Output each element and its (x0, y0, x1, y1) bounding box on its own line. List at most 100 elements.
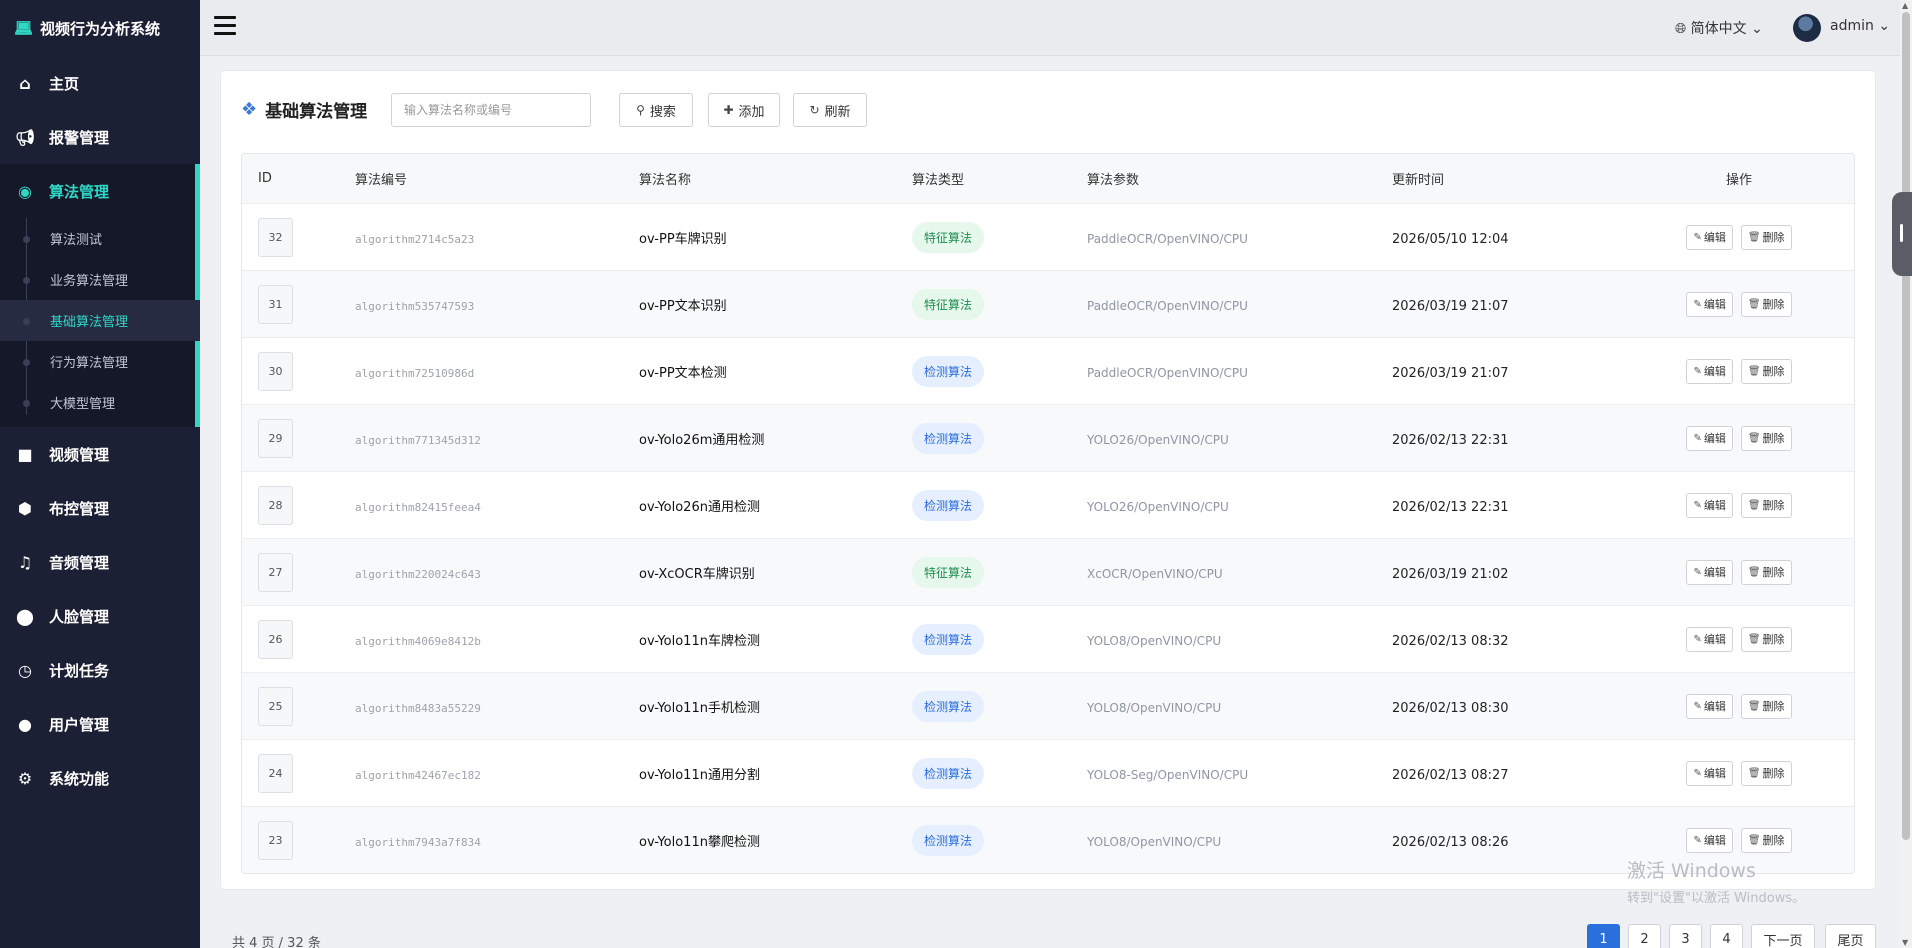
table-header: ID 算法编号 算法名称 算法类型 算法参数 更新时间 操作 (242, 154, 1854, 203)
sidebar-item-audio[interactable]: ♫ 音频管理 (0, 535, 200, 589)
menu-toggle-icon[interactable] (214, 16, 236, 38)
column-header-type[interactable]: 算法类型 (912, 169, 1087, 188)
id-cell: 32 (242, 217, 355, 257)
add-button[interactable]: ✚ 添加 (708, 93, 780, 127)
edit-button[interactable]: ✎ 编辑 (1686, 358, 1733, 384)
search-input[interactable] (391, 93, 591, 127)
time-cell: 2026/02/13 08:32 (1392, 630, 1622, 649)
delete-label: 删除 (1762, 298, 1785, 311)
code-cell: algorithm535747593 (355, 295, 639, 314)
bullhorn-icon: 📢︎ (14, 127, 36, 147)
column-header-code[interactable]: 算法编号 (355, 169, 639, 188)
avatar[interactable] (1793, 14, 1821, 42)
update-time: 2026/03/19 21:07 (1392, 298, 1509, 314)
sidebar-item-label: 音频管理 (49, 553, 110, 572)
edit-button[interactable]: ✎ 编辑 (1686, 492, 1733, 518)
sidebar-item-label: 报警管理 (49, 128, 110, 147)
id-cell: 31 (242, 284, 355, 324)
gear-icon: ⚙ (17, 768, 33, 788)
trash-icon: 🗑︎ (1747, 499, 1761, 511)
language-selector[interactable]: 🌐︎ 简体中文 ⌄ (1675, 18, 1763, 38)
scroll-down-icon[interactable]: ▼ (1902, 938, 1908, 947)
edit-button[interactable]: ✎ 编辑 (1686, 559, 1733, 585)
sidebar-subitem-base-algorithm[interactable]: 基础算法管理 (0, 300, 200, 341)
algorithm-type-badge: 特征算法 (912, 221, 984, 253)
delete-label: 删除 (1762, 767, 1785, 780)
delete-button[interactable]: 🗑︎ 删除 (1740, 559, 1792, 585)
param-cell: YOLO26/OpenVINO/CPU (1087, 496, 1392, 515)
edit-icon: ✎ (1693, 231, 1702, 243)
edit-icon: ✎ (1693, 633, 1702, 645)
page-button-4[interactable]: 4 (1710, 924, 1743, 948)
sidebar-subitem-label: 业务算法管理 (50, 274, 129, 289)
sidebar-item-label: 主页 (49, 74, 80, 93)
code-cell: algorithm220024c643 (355, 563, 639, 582)
last-page-button[interactable]: 尾页 (1825, 924, 1876, 948)
column-header-name[interactable]: 算法名称 (639, 169, 912, 188)
scroll-up-icon[interactable]: ▲ (1902, 1, 1908, 10)
sidebar-item-home[interactable]: ⌂ 主页 (0, 56, 200, 110)
edit-button[interactable]: ✎ 编辑 (1686, 224, 1733, 250)
param-cell: YOLO8/OpenVINO/CPU (1087, 831, 1392, 850)
page-button-3[interactable]: 3 (1669, 924, 1702, 948)
delete-button[interactable]: 🗑︎ 删除 (1740, 827, 1792, 853)
sidebar-item-alarm[interactable]: 📢︎ 报警管理 (0, 110, 200, 164)
update-time: 2026/02/13 08:27 (1392, 767, 1509, 783)
page-button-1[interactable]: 1 (1587, 924, 1620, 948)
edit-button[interactable]: ✎ 编辑 (1686, 626, 1733, 652)
search-button[interactable]: ⚲ 搜索 (619, 93, 693, 127)
delete-label: 删除 (1762, 432, 1785, 445)
column-header-id[interactable]: ID (242, 171, 355, 186)
delete-button[interactable]: 🗑︎ 删除 (1740, 425, 1792, 451)
sidebar-subitem-business-algorithm[interactable]: 业务算法管理 (0, 259, 200, 300)
edit-icon: ✎ (1693, 499, 1702, 511)
delete-button[interactable]: 🗑︎ 删除 (1740, 760, 1792, 786)
delete-button[interactable]: 🗑︎ 删除 (1740, 693, 1792, 719)
sidebar-item-video[interactable]: ■ 视频管理 (0, 427, 200, 481)
toolbar: ❖ 基础算法管理 ⚲ 搜索 ✚ 添加 ↻ 刷新 (241, 93, 1841, 127)
delete-button[interactable]: 🗑︎ 删除 (1740, 224, 1792, 250)
user-name: admin (1830, 18, 1874, 34)
algorithm-name: ov-PP文本检测 (639, 365, 727, 381)
user-menu[interactable]: admin ⌄ (1830, 18, 1890, 34)
sidebar-item-algorithm[interactable]: ◉ 算法管理 (0, 164, 200, 218)
delete-button[interactable]: 🗑︎ 删除 (1740, 291, 1792, 317)
edit-button[interactable]: ✎ 编辑 (1686, 827, 1733, 853)
side-drawer-handle[interactable] (1892, 192, 1912, 276)
sidebar-subitem-algorithm-test[interactable]: 算法测试 (0, 218, 200, 259)
page-scrollbar[interactable]: ▲ ▼ (1900, 0, 1912, 948)
column-header-time[interactable]: 更新时间 (1392, 169, 1622, 188)
sidebar-item-deploy[interactable]: ⬢ 布控管理 (0, 481, 200, 535)
sidebar-item-face[interactable]: ⬤ 人脸管理 (0, 589, 200, 643)
edit-button[interactable]: ✎ 编辑 (1686, 425, 1733, 451)
edit-label: 编辑 (1703, 298, 1726, 311)
trash-icon: 🗑︎ (1747, 365, 1761, 377)
delete-button[interactable]: 🗑︎ 删除 (1740, 626, 1792, 652)
column-header-param[interactable]: 算法参数 (1087, 169, 1392, 188)
edit-button[interactable]: ✎ 编辑 (1686, 291, 1733, 317)
scrollbar-thumb[interactable] (1902, 12, 1910, 840)
edit-button[interactable]: ✎ 编辑 (1686, 693, 1733, 719)
sidebar-item-label: 视频管理 (49, 445, 110, 464)
next-page-button[interactable]: 下一页 (1751, 924, 1815, 948)
video-camera-icon: ■ (17, 444, 33, 464)
trash-icon: 🗑︎ (1747, 298, 1761, 310)
update-time: 2026/02/13 08:32 (1392, 633, 1509, 649)
time-cell: 2026/03/19 21:07 (1392, 295, 1622, 314)
edit-button[interactable]: ✎ 编辑 (1686, 760, 1733, 786)
edit-icon: ✎ (1693, 767, 1702, 779)
sidebar-subitem-large-model[interactable]: 大模型管理 (0, 382, 200, 423)
sidebar-item-schedule[interactable]: ◷ 计划任务 (0, 643, 200, 697)
sidebar-item-system[interactable]: ⚙ 系统功能 (0, 751, 200, 805)
algorithm-param: XcOCR/OpenVINO/CPU (1087, 566, 1223, 581)
edit-icon: ✎ (1693, 834, 1702, 846)
name-cell: ov-PP文本识别 (639, 295, 912, 314)
delete-button[interactable]: 🗑︎ 删除 (1740, 492, 1792, 518)
sidebar-item-users[interactable]: ● 用户管理 (0, 697, 200, 751)
page-button-2[interactable]: 2 (1628, 924, 1661, 948)
delete-button[interactable]: 🗑︎ 删除 (1740, 358, 1792, 384)
id-badge: 26 (258, 619, 293, 659)
sidebar-subitem-behavior-algorithm[interactable]: 行为算法管理 (0, 341, 200, 382)
refresh-button[interactable]: ↻ 刷新 (793, 93, 867, 127)
algorithm-type-badge: 检测算法 (912, 824, 984, 856)
